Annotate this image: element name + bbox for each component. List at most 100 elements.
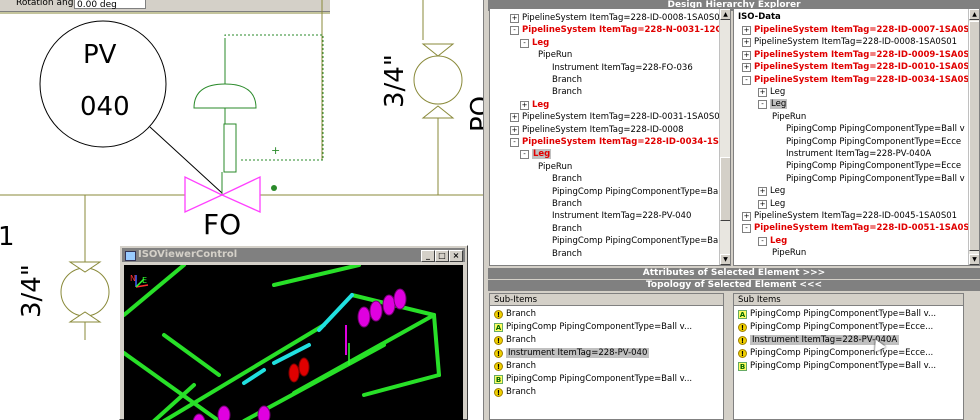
tree-node-right[interactable]: + PipelineSystem ItemTag=228-ID-0008-1SA0… [742, 36, 957, 48]
iso-viewer-window[interactable]: ISOViewerControl _ □ × N E [119, 245, 468, 420]
sub-items-header-left[interactable]: Sub-Items [490, 294, 723, 306]
tree-node-left[interactable]: + Leg [520, 99, 549, 111]
tree-node-left[interactable]: PipingComp PipingComponentType=Ball [552, 186, 723, 198]
scroll-up-icon[interactable]: ▲ [969, 9, 979, 20]
tree-node-left[interactable]: PipeRun [538, 49, 572, 61]
expand-icon[interactable]: + [758, 199, 767, 209]
tree-node-right[interactable]: + Leg [758, 185, 785, 197]
tree-node-left[interactable]: Branch [552, 223, 582, 235]
expand-icon[interactable]: + [510, 14, 519, 23]
collapse-icon[interactable]: - [742, 75, 751, 85]
vertical-scrollbar[interactable]: ▲ ▼ [968, 9, 979, 265]
tree-node-left[interactable]: Branch [552, 173, 582, 185]
sub-items-list-right[interactable]: Sub Items A PipingComp PipingComponentTyp… [733, 293, 964, 420]
sub-item-label: Branch [506, 335, 536, 345]
tree-node-right[interactable]: PipeRun [772, 247, 806, 259]
tree-node-left[interactable]: Instrument ItemTag=228-FO-036 [552, 62, 693, 74]
sub-item-row[interactable]: ! Branch [494, 308, 536, 321]
topology-bar[interactable]: Topology of Selected Element <<< [488, 280, 980, 291]
iso-viewer-titlebar[interactable]: ISOViewerControl _ □ × [122, 248, 465, 262]
sub-item-row[interactable]: ! Branch [494, 360, 536, 373]
design-tree-right[interactable]: ISO-Data + PipelineSystem ItemTag=228-ID-0… [733, 8, 980, 266]
tree-node-right[interactable]: PipingComp PipingComponentType=Ecce [786, 136, 961, 148]
collapse-icon[interactable]: - [742, 224, 751, 234]
sub-item-row[interactable]: ! Branch [494, 334, 536, 347]
vertical-scrollbar[interactable]: ▲ ▼ [719, 9, 730, 265]
tree-node-left[interactable]: PipeRun [538, 161, 572, 173]
collapse-icon[interactable]: - [758, 100, 767, 110]
tree-node-right[interactable]: - PipelineSystem ItemTag=228-ID-0051-1SA0… [742, 222, 975, 234]
attributes-bar[interactable]: Attributes of Selected Element >>> [488, 268, 980, 279]
scroll-up-icon[interactable]: ▲ [720, 9, 730, 20]
expand-icon[interactable]: + [758, 187, 767, 197]
tree-node-left[interactable]: - PipelineSystem ItemTag=228-ID-0034-1SA0 [510, 136, 730, 148]
pid-drawing-canvas[interactable]: Rotation angle: 0.00 deg + PV 040 FO 1 3… [0, 0, 483, 420]
expand-icon[interactable]: + [520, 100, 529, 110]
splitter[interactable] [483, 0, 488, 420]
collapse-icon[interactable]: - [510, 138, 519, 147]
collapse-icon[interactable]: - [510, 26, 519, 36]
sub-item-row[interactable]: A PipingComp PipingComponentType=Ball v..… [738, 308, 936, 321]
tree-node-left[interactable]: PipingComp PipingComponentType=Ball [552, 235, 723, 247]
minimize-button[interactable]: _ [421, 250, 435, 262]
scroll-down-icon[interactable]: ▼ [720, 254, 730, 265]
sub-item-row[interactable]: ! Branch [494, 386, 536, 399]
tree-node-left[interactable]: + PipelineSystem ItemTag=228-ID-0031-1SA0… [510, 111, 725, 123]
tree-node-right[interactable]: PipingComp PipingComponentType=Ball v [786, 173, 965, 185]
collapse-icon[interactable]: - [520, 150, 529, 160]
design-tree-left[interactable]: + PipelineSystem ItemTag=228-ID-0008-1SA0… [489, 8, 731, 266]
tree-node-right[interactable]: + Leg [758, 198, 785, 210]
collapse-icon[interactable]: - [520, 38, 529, 48]
tree-node-right[interactable]: PipingComp PipingComponentType=Ecce [786, 160, 961, 172]
tree-node-left[interactable]: + PipelineSystem ItemTag=228-ID-0008-1SA0… [510, 12, 725, 24]
expand-icon[interactable]: + [510, 125, 519, 135]
sub-item-row[interactable]: A PipingComp PipingComponentType=Ball v..… [494, 321, 692, 334]
tree-root-iso-data[interactable]: ISO-Data [738, 11, 781, 23]
tree-node-left[interactable]: Branch [552, 86, 582, 98]
expand-icon[interactable]: + [742, 26, 751, 35]
tree-node-right[interactable]: + PipelineSystem ItemTag=228-ID-0007-1SA0… [742, 24, 975, 36]
tree-node-right[interactable]: - Leg [758, 235, 787, 247]
scroll-down-icon[interactable]: ▼ [969, 254, 979, 265]
tree-node-left[interactable]: Branch [552, 198, 582, 210]
tree-node-left[interactable]: - Leg [520, 37, 549, 49]
sub-item-row[interactable]: B PipingComp PipingComponentType=Ball v..… [738, 360, 936, 373]
sub-item-row[interactable]: ! PipingComp PipingComponentType=Ecce... [738, 347, 933, 360]
tree-node-left[interactable]: Branch [552, 74, 582, 86]
tree-node-label: PipelineSystem ItemTag=228-ID-0010-1SA0S… [754, 62, 976, 73]
expand-icon[interactable]: + [510, 113, 519, 123]
tree-node-left[interactable]: - PipelineSystem ItemTag=228-N-0031-12CB1 [510, 24, 730, 36]
tree-node-right[interactable]: + Leg [758, 86, 785, 98]
tree-node-right[interactable]: - PipelineSystem ItemTag=228-ID-0034-1SA0… [742, 74, 970, 86]
expand-icon[interactable]: + [742, 50, 751, 60]
sub-item-row[interactable]: B PipingComp PipingComponentType=Ball v..… [494, 373, 692, 386]
scroll-thumb[interactable] [720, 157, 730, 221]
expand-icon[interactable]: + [742, 63, 751, 73]
tree-node-left[interactable]: + PipelineSystem ItemTag=228-ID-0008 [510, 124, 684, 136]
tree-node-left[interactable]: Branch [552, 248, 582, 260]
expand-icon[interactable]: + [758, 88, 767, 97]
scroll-thumb[interactable] [969, 21, 979, 251]
sub-item-row[interactable]: ! Instrument ItemTag=228-PV-040 [494, 347, 650, 360]
iso-3d-viewport[interactable]: N E [124, 265, 463, 420]
tree-node-label: Branch [552, 199, 582, 209]
tree-node-label: Branch [552, 248, 582, 259]
topology-splitter[interactable] [726, 293, 731, 420]
tree-node-right[interactable]: PipingComp PipingComponentType=Ball v [786, 123, 965, 135]
tree-node-right[interactable]: + PipelineSystem ItemTag=228-ID-0045-1SA0… [742, 210, 957, 222]
tree-node-right[interactable]: + PipelineSystem ItemTag=228-ID-0009-1SA0… [742, 49, 975, 61]
tree-node-right[interactable]: + PipelineSystem ItemTag=228-ID-0010-1SA0… [742, 61, 975, 73]
tree-node-left[interactable]: - Leg [520, 148, 552, 160]
tree-node-right[interactable]: Instrument ItemTag=228-PV-040A [786, 148, 931, 160]
sub-items-list-left[interactable]: Sub-Items ! Branch A PipingComp PipingCompo… [489, 293, 724, 420]
expand-icon[interactable]: + [742, 38, 751, 48]
maximize-button[interactable]: □ [435, 250, 449, 262]
tree-node-right[interactable]: - Leg [758, 98, 788, 110]
sub-items-header-right[interactable]: Sub Items [734, 294, 963, 306]
expand-icon[interactable]: + [742, 212, 751, 221]
collapse-icon[interactable]: - [758, 236, 767, 246]
sub-item-row[interactable]: ! PipingComp PipingComponentType=Ecce... [738, 321, 933, 334]
tree-node-right[interactable]: PipeRun [772, 111, 806, 123]
tree-node-left[interactable]: Instrument ItemTag=228-PV-040 [552, 210, 691, 222]
close-button[interactable]: × [449, 250, 463, 262]
